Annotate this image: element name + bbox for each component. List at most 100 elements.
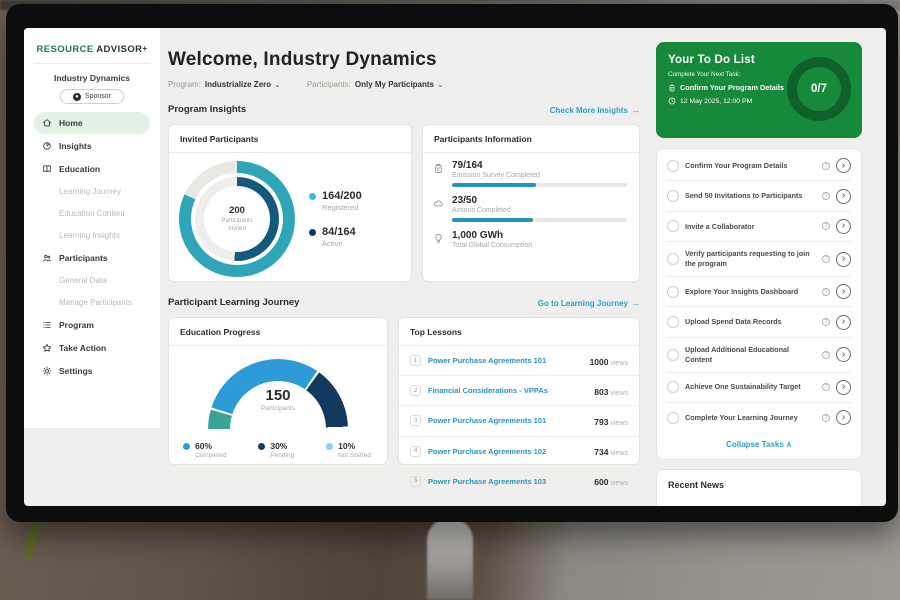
sidebar-item-learning-journey[interactable]: Learning Journey bbox=[34, 181, 150, 202]
recent-news-card: Recent News bbox=[656, 469, 862, 506]
todo-item: Send 50 Invitations to Participants ? › bbox=[667, 181, 851, 211]
take-action-icon bbox=[42, 343, 52, 353]
todo-checkbox[interactable] bbox=[667, 286, 679, 298]
todo-go-button[interactable]: › bbox=[836, 219, 851, 234]
right-panel: Your To Do List Complete Your Next Task:… bbox=[656, 28, 862, 506]
sidebar-item-settings[interactable]: Settings bbox=[34, 360, 150, 382]
participant-info-row: 79/164Emission Survey Completed bbox=[433, 160, 627, 187]
invited-participants-donut-chart: 200 Participants Invited bbox=[179, 161, 295, 277]
sidebar-item-manage-participants[interactable]: Manage Participants bbox=[34, 292, 150, 313]
monitor-stand bbox=[427, 518, 473, 600]
todo-item: Explore Your Insights Dashboard ? › bbox=[667, 277, 851, 307]
org-name: Industry Dynamics bbox=[34, 73, 150, 83]
sidebar-item-home[interactable]: Home bbox=[34, 112, 150, 134]
main-content: Welcome, Industry Dynamics Program:Indus… bbox=[168, 28, 640, 506]
collapse-tasks-link[interactable]: Collapse Tasks ∧ bbox=[667, 432, 851, 455]
card-title: Invited Participants bbox=[169, 125, 411, 153]
sponsor-badge[interactable]: ●Sponsor bbox=[60, 89, 124, 104]
todo-checkbox[interactable] bbox=[667, 160, 679, 172]
info-icon[interactable]: ? bbox=[822, 318, 830, 326]
sidebar-item-insights[interactable]: Insights bbox=[34, 135, 150, 157]
top-lessons-list: 1 Power Purchase Agreements 101 1000view… bbox=[399, 346, 639, 496]
todo-go-button[interactable]: › bbox=[836, 158, 851, 173]
todo-item: Complete Your Learning Journey ? › bbox=[667, 403, 851, 432]
education-progress-gauge-chart: 150 Participants bbox=[208, 359, 348, 429]
page-title: Welcome, Industry Dynamics bbox=[168, 49, 640, 71]
sidebar-item-take-action[interactable]: Take Action bbox=[34, 337, 150, 359]
sidebar-item-general-data[interactable]: General Data bbox=[34, 270, 150, 291]
education-progress-card: Education Progress 150 Participants 60%C… bbox=[168, 317, 388, 465]
participants-information-card: Participants Information 79/164Emission … bbox=[422, 124, 640, 282]
todo-go-button[interactable]: › bbox=[836, 189, 851, 204]
gauge-legend-item: 10%Not Started bbox=[326, 441, 371, 459]
chevron-down-icon: ⌄ bbox=[274, 80, 281, 89]
donut-legend-item: 84/164Active bbox=[309, 226, 362, 248]
todo-progress-ring: 0/7 bbox=[787, 57, 851, 121]
todo-item: Confirm Your Program Details ? › bbox=[667, 151, 851, 181]
participant-info-row: 23/50Actions Completed bbox=[433, 195, 627, 222]
sidebar-item-program[interactable]: Program bbox=[34, 314, 150, 336]
todo-checkbox[interactable] bbox=[667, 253, 679, 265]
program-select[interactable]: Program:Industrialize Zero⌄ bbox=[168, 80, 281, 89]
education-book-icon bbox=[42, 164, 52, 174]
todo-checkbox[interactable] bbox=[667, 316, 679, 328]
info-icon[interactable]: ? bbox=[822, 288, 830, 296]
info-icon[interactable]: ? bbox=[822, 192, 830, 200]
chevron-up-icon: ∧ bbox=[786, 440, 792, 449]
todo-go-button[interactable]: › bbox=[836, 252, 851, 267]
top-lessons-card: Top Lessons 1 Power Purchase Agreements … bbox=[398, 317, 640, 465]
home-icon bbox=[42, 118, 52, 128]
progress-bar bbox=[452, 183, 627, 187]
recent-news-title: Recent News bbox=[668, 480, 850, 490]
desk-scene: RESOURCE ADVISOR+ Industry Dynamics ●Spo… bbox=[0, 0, 900, 600]
todo-summary-card: Your To Do List Complete Your Next Task:… bbox=[656, 42, 862, 138]
lesson-row: 2 Financial Considerations - VPPAs 803vi… bbox=[399, 376, 639, 406]
todo-go-button[interactable]: › bbox=[836, 380, 851, 395]
lesson-link[interactable]: Power Purchase Agreements 103 bbox=[428, 477, 587, 486]
invited-participants-card: Invited Participants 200 Participants In… bbox=[168, 124, 412, 282]
emission-survey-icon bbox=[433, 163, 444, 174]
participants-select[interactable]: Participants:Only My Participants⌄ bbox=[307, 80, 444, 89]
lesson-rank-badge: 1 bbox=[410, 355, 421, 366]
lesson-rank-badge: 2 bbox=[410, 385, 421, 396]
todo-go-button[interactable]: › bbox=[836, 347, 851, 362]
todo-list: Confirm Your Program Details ? › Send 50… bbox=[667, 151, 851, 432]
clock-icon bbox=[668, 97, 676, 105]
info-icon[interactable]: ? bbox=[822, 255, 830, 263]
info-icon[interactable]: ? bbox=[822, 383, 830, 391]
todo-checkbox[interactable] bbox=[667, 220, 679, 232]
gauge-legend-item: 30%Pending bbox=[258, 441, 294, 459]
todo-checkbox[interactable] bbox=[667, 349, 679, 361]
check-more-insights-link[interactable]: Check More Insights→ bbox=[550, 105, 640, 115]
go-to-learning-journey-link[interactable]: Go to Learning Journey→ bbox=[538, 298, 640, 308]
lesson-rank-badge: 4 bbox=[410, 446, 421, 457]
info-icon[interactable]: ? bbox=[822, 222, 830, 230]
info-icon[interactable]: ? bbox=[822, 162, 830, 170]
todo-go-button[interactable]: › bbox=[836, 315, 851, 330]
todo-checkbox[interactable] bbox=[667, 190, 679, 202]
participant-info-row: 1,000 GWhTotal Global Consumption bbox=[433, 230, 627, 249]
info-icon[interactable]: ? bbox=[822, 351, 830, 359]
todo-item: Invite a Collaborator ? › bbox=[667, 212, 851, 242]
sidebar-item-learning-insights[interactable]: Learning Insights bbox=[34, 225, 150, 246]
sidebar-item-education[interactable]: Education bbox=[34, 158, 150, 180]
card-title: Education Progress bbox=[169, 318, 387, 346]
legend-dot bbox=[309, 193, 316, 200]
lesson-link[interactable]: Power Purchase Agreements 102 bbox=[428, 447, 587, 456]
program-list-icon bbox=[42, 320, 52, 330]
todo-go-button[interactable]: › bbox=[836, 410, 851, 425]
actions-icon bbox=[433, 198, 444, 209]
lesson-link[interactable]: Power Purchase Agreements 101 bbox=[428, 356, 583, 365]
sidebar-item-education-content[interactable]: Education Content bbox=[34, 203, 150, 224]
section-title-learning-journey: Participant Learning Journey bbox=[168, 297, 299, 308]
info-icon[interactable]: ? bbox=[822, 414, 830, 422]
todo-checkbox[interactable] bbox=[667, 412, 679, 424]
lesson-row: 4 Power Purchase Agreements 102 734views bbox=[399, 437, 639, 467]
todo-go-button[interactable]: › bbox=[836, 284, 851, 299]
lesson-row: 5 Power Purchase Agreements 103 600views bbox=[399, 467, 639, 496]
lesson-link[interactable]: Financial Considerations - VPPAs bbox=[428, 386, 587, 395]
lesson-link[interactable]: Power Purchase Agreements 101 bbox=[428, 416, 587, 425]
todo-checkbox[interactable] bbox=[667, 381, 679, 393]
monitor-bezel: RESOURCE ADVISOR+ Industry Dynamics ●Spo… bbox=[6, 4, 898, 522]
sidebar-item-participants[interactable]: Participants bbox=[34, 247, 150, 269]
